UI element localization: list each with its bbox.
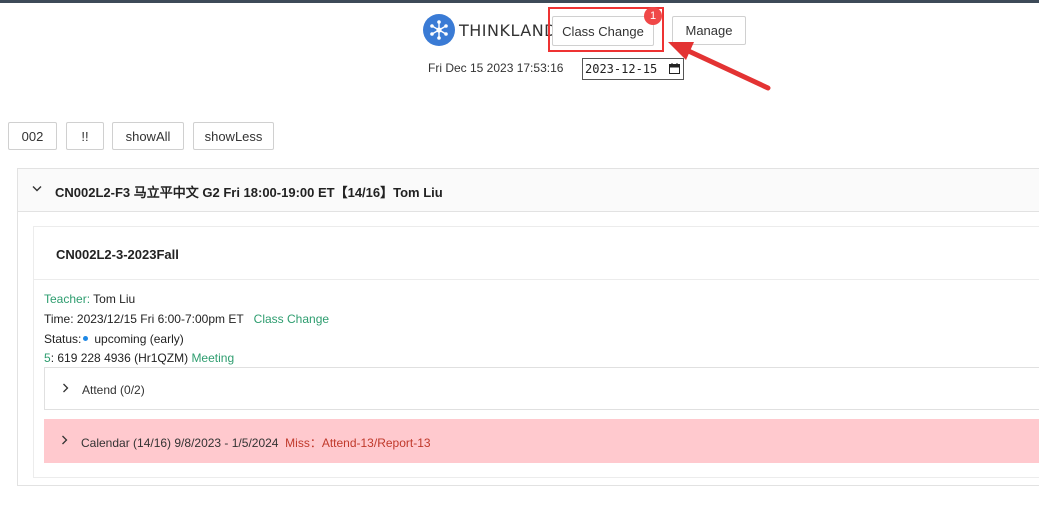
teacher-name: Tom Liu bbox=[93, 292, 136, 306]
meeting-id: : 619 228 4936 (Hr1QZM) bbox=[50, 351, 189, 365]
chevron-right-icon[interactable] bbox=[61, 435, 68, 445]
network-icon bbox=[423, 14, 455, 46]
calendar-icon[interactable] bbox=[669, 63, 680, 74]
class-panel-header[interactable]: CN002L2-F3 马立平中文 G2 Fri 18:00-19:00 ET【1… bbox=[18, 169, 1039, 212]
notification-badge: 1 bbox=[644, 7, 662, 25]
calendar-panel[interactable]: Calendar (14/16) 9/8/2023 - 1/5/2024 Mis… bbox=[44, 419, 1039, 463]
date-picker[interactable]: 2023-12-15 bbox=[582, 58, 684, 80]
show-less-button[interactable]: showLess bbox=[193, 122, 274, 150]
top-border bbox=[0, 0, 1039, 3]
current-datetime: Fri Dec 15 2023 17:53:16 bbox=[428, 61, 564, 75]
session-card: CN002L2-3-2023Fall Teacher: Tom Liu Time… bbox=[33, 226, 1039, 478]
status-line: Status: upcoming (early) bbox=[44, 332, 184, 346]
chevron-right-icon[interactable] bbox=[62, 383, 69, 393]
meeting-link[interactable]: Meeting bbox=[191, 351, 234, 365]
session-time: Time: 2023/12/15 Fri 6:00-7:00pm ET bbox=[44, 312, 244, 326]
class-panel: CN002L2-F3 马立平中文 G2 Fri 18:00-19:00 ET【1… bbox=[17, 168, 1039, 486]
filter-002-button[interactable]: 002 bbox=[8, 122, 57, 150]
status-value: upcoming (early) bbox=[94, 332, 184, 346]
class-change-link[interactable]: Class Change bbox=[254, 312, 329, 326]
teacher-line: Teacher: Tom Liu bbox=[44, 292, 135, 306]
time-line: Time: 2023/12/15 Fri 6:00-7:00pm ET Clas… bbox=[44, 312, 329, 326]
session-title: CN002L2-3-2023Fall bbox=[56, 247, 179, 262]
status-dot-icon bbox=[83, 336, 89, 342]
attend-label: Attend (0/2) bbox=[82, 383, 145, 397]
meeting-prefix-link[interactable]: 5 bbox=[44, 351, 51, 365]
status-label: Status: bbox=[44, 332, 82, 346]
show-all-button[interactable]: showAll bbox=[112, 122, 184, 150]
calendar-range: Calendar (14/16) 9/8/2023 - 1/5/2024 bbox=[81, 436, 279, 450]
date-value: 2023-12-15 bbox=[585, 62, 658, 76]
teacher-label: Teacher: bbox=[44, 292, 91, 306]
chevron-down-icon[interactable] bbox=[32, 185, 42, 193]
card-divider bbox=[34, 279, 1039, 280]
class-panel-title: CN002L2-F3 马立平中文 G2 Fri 18:00-19:00 ET【1… bbox=[55, 185, 443, 200]
exclaim-button[interactable]: !! bbox=[66, 122, 104, 150]
meeting-line: 5: 619 228 4936 (Hr1QZM) Meeting bbox=[44, 351, 234, 365]
calendar-label: Calendar (14/16) 9/8/2023 - 1/5/2024 Mis… bbox=[81, 434, 431, 451]
calendar-miss: Miss：Attend-13/Report-13 bbox=[285, 436, 431, 450]
attend-panel[interactable]: Attend (0/2) bbox=[44, 367, 1039, 410]
class-change-button[interactable]: Class Change bbox=[552, 16, 654, 46]
